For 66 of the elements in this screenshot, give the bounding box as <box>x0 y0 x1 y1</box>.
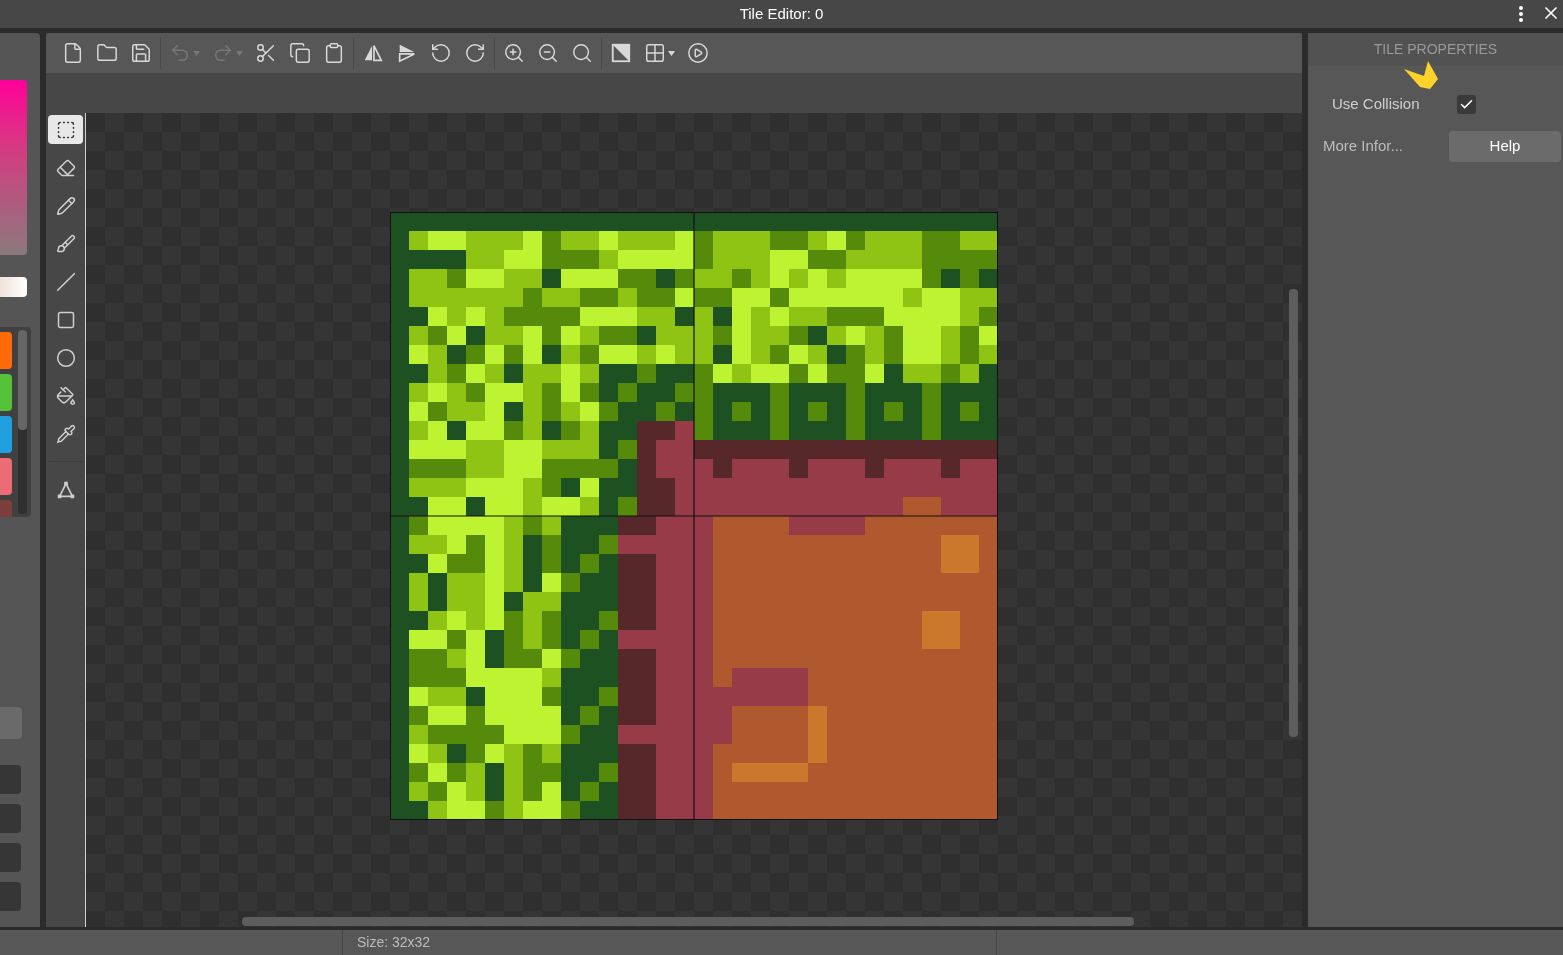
copy-icon <box>289 42 311 64</box>
horizontal-scrollbar-thumb[interactable] <box>242 917 1134 926</box>
color-strip[interactable] <box>0 277 27 297</box>
scrollbar-thumb[interactable] <box>18 330 27 430</box>
flip-horizontal-button[interactable] <box>362 42 384 64</box>
zoom-out-icon <box>537 42 559 64</box>
paint-bucket-icon <box>55 385 76 406</box>
grid-icon <box>644 42 666 64</box>
rotate-left-icon <box>430 42 452 64</box>
play-button[interactable] <box>687 42 709 64</box>
caret-icon <box>668 50 675 56</box>
clipboard-button[interactable] <box>323 42 345 64</box>
color-swatch[interactable] <box>0 332 12 369</box>
color-swatch[interactable] <box>0 416 12 453</box>
magnifier-icon <box>571 42 593 64</box>
undo-icon <box>169 42 191 64</box>
use-collision-label: Use Collision <box>1332 94 1421 114</box>
grid-button[interactable] <box>644 42 675 64</box>
caret-icon <box>193 50 200 56</box>
new-file-icon <box>62 42 84 64</box>
canvas[interactable] <box>86 113 1302 927</box>
more-info-label: More Infor... <box>1323 135 1405 156</box>
scissors-icon <box>255 42 277 64</box>
zoom-in-icon <box>503 42 525 64</box>
redo-icon <box>212 42 234 64</box>
flip-horizontal-icon <box>362 42 384 64</box>
flip-vertical-icon <box>396 42 418 64</box>
vertical-scrollbar-thumb[interactable] <box>1289 289 1298 737</box>
color-swatch[interactable] <box>0 458 12 495</box>
more-options-icon <box>1519 6 1523 22</box>
rotate-right-button[interactable] <box>464 42 486 64</box>
selection-tool[interactable] <box>48 115 83 144</box>
rotate-left-button[interactable] <box>430 42 452 64</box>
brush-icon <box>55 233 76 254</box>
half-filled-square-icon <box>610 42 632 64</box>
help-button[interactable]: Help <box>1449 130 1561 162</box>
scissors-button[interactable] <box>255 42 277 64</box>
new-file-button[interactable] <box>62 42 84 64</box>
zoom-out-button[interactable] <box>537 42 559 64</box>
save-icon <box>130 42 152 64</box>
line-icon <box>55 271 76 292</box>
copy-button[interactable] <box>289 42 311 64</box>
selection-icon <box>55 119 76 140</box>
flip-vertical-button[interactable] <box>396 42 418 64</box>
eyedropper-icon <box>55 423 76 444</box>
eraser-icon <box>55 157 76 178</box>
folder-button[interactable] <box>96 42 118 64</box>
rotate-right-icon <box>464 42 486 64</box>
use-collision-checkbox[interactable] <box>1457 94 1476 114</box>
circle-icon <box>55 347 76 368</box>
caret-icon <box>236 50 243 56</box>
magnifier-button[interactable] <box>571 42 593 64</box>
half-filled-square-button[interactable] <box>610 42 632 64</box>
color-swatch[interactable] <box>0 374 12 411</box>
size-status: Size: 32x32 <box>343 930 997 955</box>
save-button[interactable] <box>130 42 152 64</box>
more-options-button[interactable] <box>1519 6 1523 22</box>
play-icon <box>687 42 709 64</box>
zoom-in-button[interactable] <box>503 42 525 64</box>
clipboard-icon <box>323 42 345 64</box>
rectangle-icon <box>55 309 76 330</box>
pencil-icon <box>55 195 76 216</box>
folder-icon <box>96 42 118 64</box>
color-gradient[interactable] <box>0 80 27 255</box>
window-title: Tile Editor: 0 <box>739 3 824 24</box>
panel-header: TILE PROPERTIES <box>1373 40 1498 59</box>
